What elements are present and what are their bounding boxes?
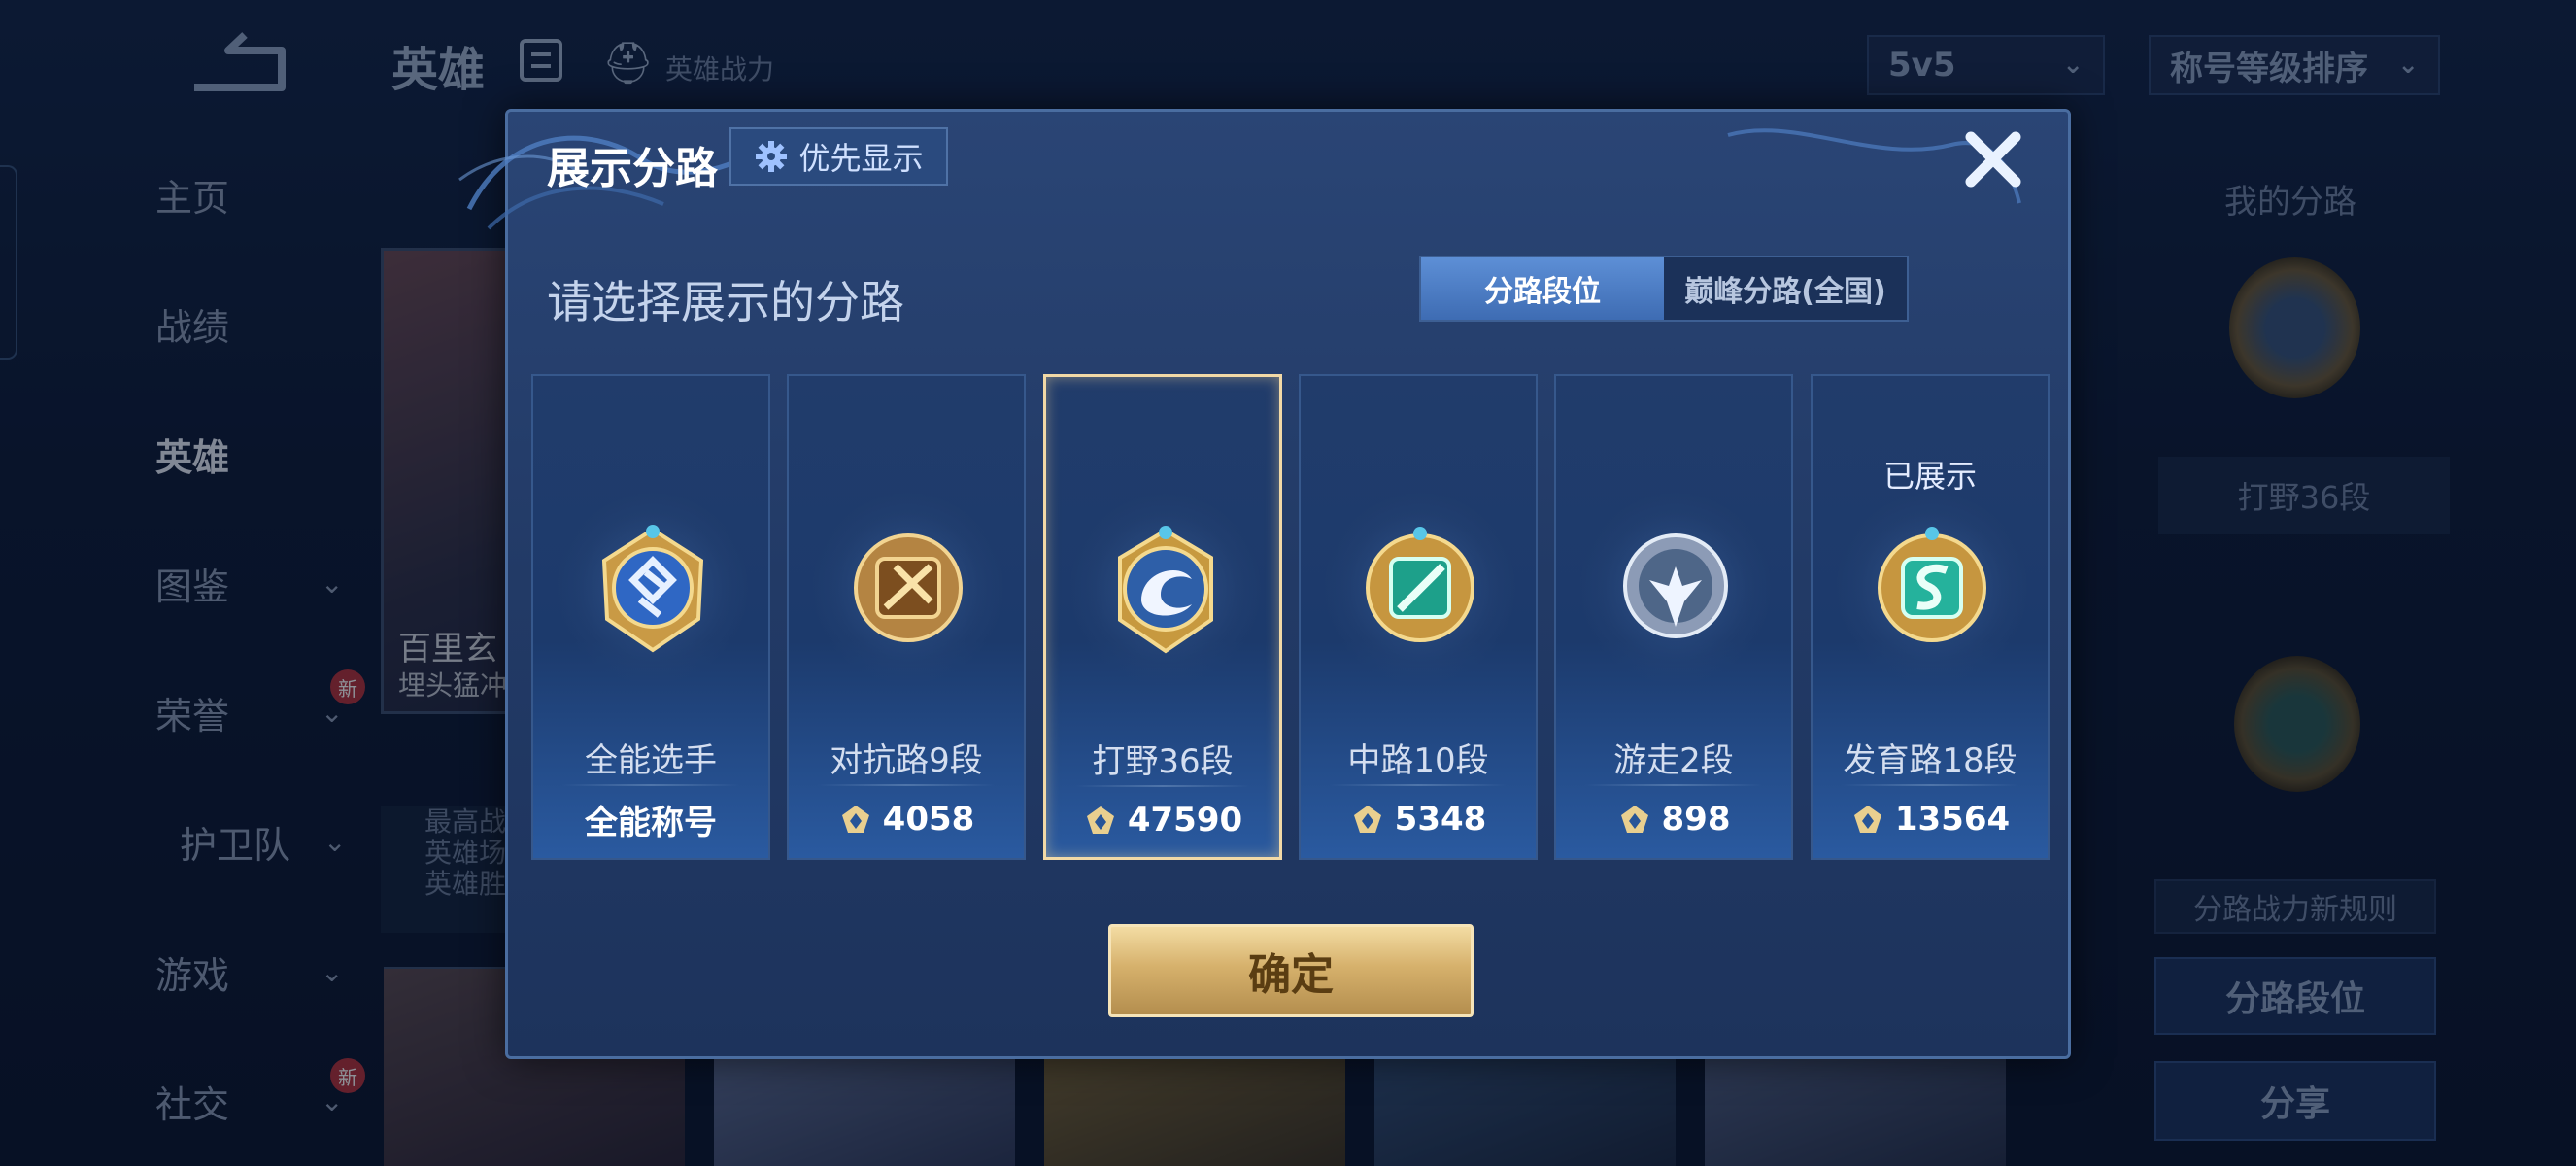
allround-emblem-icon bbox=[601, 525, 704, 653]
roam-emblem-icon bbox=[1623, 533, 1728, 638]
confirm-button[interactable]: 确定 bbox=[1108, 924, 1474, 1017]
gear-icon bbox=[756, 141, 788, 172]
lane-score-value: 13564 bbox=[1894, 800, 2011, 839]
mid-lane-emblem-icon bbox=[1366, 527, 1474, 642]
lane-score-value: 898 bbox=[1661, 800, 1731, 839]
power-crown-icon bbox=[1853, 806, 1881, 833]
lane-score-value: 47590 bbox=[1127, 801, 1243, 840]
dialog-subtitle: 请选择展示的分路 bbox=[547, 276, 904, 328]
lane-score-value: 全能称号 bbox=[585, 803, 717, 842]
clash-lane-emblem-icon bbox=[854, 533, 963, 642]
lane-score: 5348 bbox=[1301, 794, 1536, 844]
jungle-emblem-icon bbox=[1118, 526, 1213, 654]
power-crown-icon bbox=[1353, 806, 1381, 833]
lane-name: 打野36段 bbox=[1092, 742, 1234, 781]
power-crown-icon bbox=[1620, 806, 1648, 833]
lane-score-value: 4058 bbox=[882, 800, 975, 839]
lane-card-farm[interactable]: 已展示 发育路18段 13564 bbox=[1811, 374, 2050, 860]
priority-display-button[interactable]: 优先显示 bbox=[729, 127, 948, 186]
lane-score: 47590 bbox=[1046, 795, 1279, 845]
lane-name: 游走2段 bbox=[1613, 741, 1734, 780]
lane-card-clash[interactable]: 对抗路9段 4058 bbox=[787, 374, 1026, 860]
divider bbox=[1842, 784, 2018, 786]
lane-name: 对抗路9段 bbox=[830, 741, 983, 780]
power-crown-icon bbox=[841, 806, 869, 833]
lane-view-tabs: 分路段位 巅峰分路(全国) bbox=[1419, 256, 1909, 322]
power-crown-icon bbox=[1086, 806, 1114, 834]
tab-lane-rank[interactable]: 分路段位 bbox=[1421, 257, 1664, 320]
farm-lane-emblem-icon bbox=[1878, 527, 1986, 642]
divider bbox=[818, 784, 995, 786]
divider bbox=[1075, 785, 1250, 787]
lane-score: 全能称号 bbox=[533, 794, 768, 844]
divider bbox=[1585, 784, 1762, 786]
lane-card-mid[interactable]: 中路10段 5348 bbox=[1299, 374, 1538, 860]
shown-tag: 已展示 bbox=[1882, 458, 1977, 495]
lane-card-allround[interactable]: 全能选手 全能称号 bbox=[531, 374, 770, 860]
lane-list: 全能选手 全能称号 对抗路9段 4058 打野36段 47590 中路10段 5… bbox=[531, 374, 2051, 860]
show-lane-dialog: 展示分路 优先显示 请选择展示的分路 分路段位 巅峰分路(全国) 全能选手 全能… bbox=[458, 109, 2071, 1059]
divider bbox=[562, 784, 739, 786]
priority-display-label: 优先显示 bbox=[798, 140, 924, 177]
divider bbox=[1330, 784, 1507, 786]
lane-card-jungle[interactable]: 打野36段 47590 bbox=[1043, 374, 1282, 860]
lane-name: 全能选手 bbox=[585, 741, 717, 780]
lane-card-roam[interactable]: 游走2段 898 bbox=[1554, 374, 1793, 860]
tab-peak-lane[interactable]: 巅峰分路(全国) bbox=[1664, 257, 1907, 320]
lane-score: 4058 bbox=[789, 794, 1024, 844]
lane-name: 发育路18段 bbox=[1843, 741, 2017, 780]
lane-score-value: 5348 bbox=[1394, 800, 1487, 839]
lane-score: 898 bbox=[1556, 794, 1791, 844]
dialog-title: 展示分路 bbox=[547, 144, 718, 193]
close-icon[interactable] bbox=[1959, 125, 2027, 193]
lane-name: 中路10段 bbox=[1347, 741, 1489, 780]
lane-score: 13564 bbox=[1813, 794, 2048, 844]
